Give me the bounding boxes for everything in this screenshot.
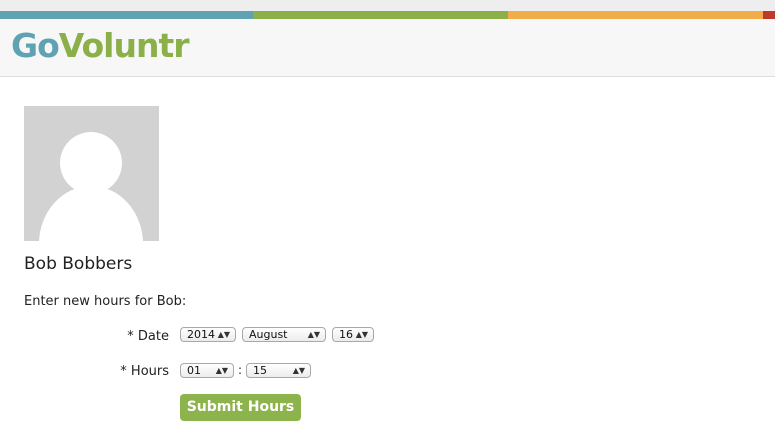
up-down-arrows-icon: ▲▼	[215, 366, 228, 375]
hours-select[interactable]: 01 ▲▼	[180, 363, 234, 378]
hours-prompt: Enter new hours for Bob:	[24, 294, 187, 309]
default-avatar-icon	[24, 106, 159, 241]
day-select-value: 16	[339, 328, 353, 341]
up-down-arrows-icon: ▲▼	[307, 330, 320, 339]
color-bar-blue	[0, 11, 253, 19]
submit-hours-button[interactable]: Submit Hours	[180, 394, 301, 421]
up-down-arrows-icon: ▲▼	[217, 330, 230, 339]
minutes-select-value: 15	[253, 364, 267, 377]
up-down-arrows-icon: ▲▼	[292, 366, 305, 375]
color-bar-orange	[508, 11, 763, 19]
year-select-value: 2014	[187, 328, 215, 341]
govoluntr-logo[interactable]: GoVoluntr	[11, 26, 190, 66]
month-select[interactable]: August ▲▼	[242, 327, 326, 342]
color-bar-green	[253, 11, 508, 19]
logo-voluntr: Voluntr	[58, 26, 190, 65]
month-select-value: August	[249, 328, 288, 341]
brand-color-bar	[0, 11, 775, 19]
day-select[interactable]: 16 ▲▼	[332, 327, 374, 342]
minutes-select[interactable]: 15 ▲▼	[246, 363, 311, 378]
hours-label: * Hours	[120, 364, 169, 379]
hours-select-value: 01	[187, 364, 201, 377]
time-separator: :	[238, 363, 243, 377]
up-down-arrows-icon: ▲▼	[355, 330, 368, 339]
site-header: GoVoluntr	[0, 19, 775, 77]
person-name: Bob Bobbers	[24, 254, 133, 274]
browser-top-edge	[0, 0, 775, 11]
year-select[interactable]: 2014 ▲▼	[180, 327, 236, 342]
logo-go: Go	[11, 26, 60, 65]
date-label: * Date	[127, 329, 169, 344]
color-bar-red	[763, 11, 775, 19]
